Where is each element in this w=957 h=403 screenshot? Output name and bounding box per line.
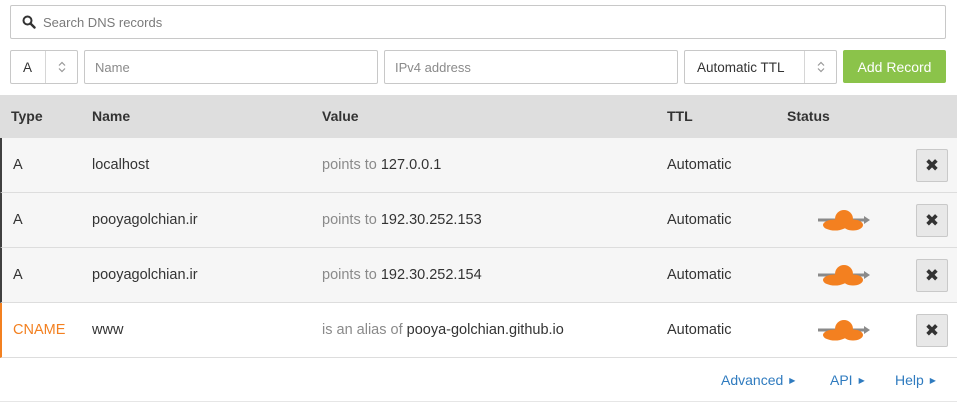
record-ttl[interactable]: Automatic — [667, 212, 731, 228]
value-field-wrap — [384, 50, 678, 84]
search-box[interactable] — [10, 5, 946, 39]
value-text: 192.30.252.153 — [380, 212, 482, 228]
table-row[interactable]: A localhost points to 127.0.0.1 Automati… — [0, 138, 957, 193]
delete-record-button[interactable]: ✖ — [916, 314, 948, 347]
search-input[interactable] — [43, 6, 933, 38]
delete-record-button[interactable]: ✖ — [916, 149, 948, 182]
value-text: pooya-golchian.github.io — [406, 322, 564, 338]
api-link[interactable]: API ▶ — [830, 372, 865, 388]
table-row[interactable]: A pooyagolchian.ir points to 192.30.252.… — [0, 193, 957, 248]
record-type[interactable]: A — [13, 212, 23, 228]
value-text: 192.30.252.154 — [380, 267, 482, 283]
name-field-wrap — [84, 50, 378, 84]
record-ttl[interactable]: Automatic — [667, 267, 731, 283]
up-down-arrows-icon[interactable] — [45, 51, 77, 83]
table-header: Type Name Value TTL Status — [0, 95, 957, 138]
record-value[interactable]: points to 192.30.252.154 — [322, 267, 482, 283]
close-icon: ✖ — [924, 320, 940, 340]
record-value[interactable]: points to 127.0.0.1 — [322, 157, 441, 173]
close-icon: ✖ — [924, 265, 940, 285]
type-select-value: A — [23, 59, 33, 75]
value-prefix: points to — [322, 157, 377, 173]
name-field[interactable] — [85, 51, 377, 83]
record-type[interactable]: CNAME — [13, 322, 65, 338]
up-down-arrows-icon[interactable] — [804, 51, 836, 83]
close-icon: ✖ — [924, 210, 940, 230]
orange-cloud-icon[interactable] — [817, 263, 871, 287]
record-value[interactable]: is an alias of pooya-golchian.github.io — [322, 322, 564, 338]
type-select[interactable]: A — [10, 50, 78, 84]
header-value[interactable]: Value — [322, 108, 359, 124]
record-type[interactable]: A — [13, 267, 23, 283]
ttl-select[interactable]: Automatic TTL — [684, 50, 837, 84]
record-name[interactable]: www — [92, 322, 123, 338]
orange-cloud-icon[interactable] — [817, 318, 871, 342]
record-name[interactable]: localhost — [92, 157, 149, 173]
close-icon: ✖ — [924, 155, 940, 175]
caret-right-icon: ▶ — [858, 375, 865, 385]
record-name[interactable]: pooyagolchian.ir — [92, 212, 198, 228]
help-link-label: Help — [895, 372, 924, 388]
value-prefix: is an alias of — [322, 322, 403, 338]
record-name[interactable]: pooyagolchian.ir — [92, 267, 198, 283]
divider — [0, 401, 957, 402]
record-type[interactable]: A — [13, 157, 23, 173]
value-prefix: points to — [322, 212, 377, 228]
add-record-button[interactable]: Add Record — [843, 50, 946, 83]
header-ttl[interactable]: TTL — [667, 108, 693, 124]
orange-cloud-icon[interactable] — [817, 208, 871, 232]
record-ttl[interactable]: Automatic — [667, 157, 731, 173]
record-value[interactable]: points to 192.30.252.153 — [322, 212, 482, 228]
help-link[interactable]: Help ▶ — [895, 372, 936, 388]
caret-right-icon: ▶ — [929, 375, 936, 385]
ttl-select-value: Automatic TTL — [697, 59, 785, 75]
header-type[interactable]: Type — [11, 108, 43, 124]
search-icon — [22, 15, 36, 29]
caret-right-icon: ▶ — [789, 375, 796, 385]
value-text: 127.0.0.1 — [380, 157, 442, 173]
api-link-label: API — [830, 372, 853, 388]
advanced-link-label: Advanced — [721, 372, 784, 388]
table-row[interactable]: A pooyagolchian.ir points to 192.30.252.… — [0, 248, 957, 303]
table-row[interactable]: CNAME www is an alias of pooya-golchian.… — [0, 303, 957, 358]
ipv4-address-field[interactable] — [385, 51, 677, 83]
value-prefix: points to — [322, 267, 377, 283]
record-ttl[interactable]: Automatic — [667, 322, 731, 338]
advanced-link[interactable]: Advanced ▶ — [721, 372, 795, 388]
delete-record-button[interactable]: ✖ — [916, 259, 948, 292]
delete-record-button[interactable]: ✖ — [916, 204, 948, 237]
header-name[interactable]: Name — [92, 108, 130, 124]
header-status[interactable]: Status — [787, 108, 830, 124]
